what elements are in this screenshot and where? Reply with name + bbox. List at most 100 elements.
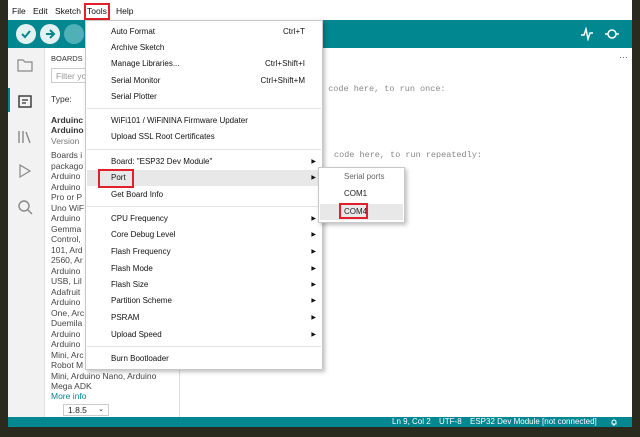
type-label: Type: — [51, 94, 72, 104]
board-description-line: Robot M — [51, 360, 84, 370]
tools-menu-item[interactable]: Flash Mode ▶ — [87, 261, 321, 277]
board-description-line: Adafruit — [51, 286, 81, 297]
board-description-line: packago — [51, 160, 84, 171]
filter-input[interactable]: Filter yo — [56, 71, 86, 81]
tools-menu-item-label: Serial Plotter — [111, 92, 157, 101]
tools-menu-item[interactable]: Partition Scheme ▶ — [87, 293, 321, 309]
board-subtitle: Arduino — [51, 125, 84, 135]
chevron-down-icon: ⌄ — [98, 406, 104, 413]
tools-menu-item-label: Core Debug Level — [111, 230, 176, 239]
submenu-arrow-icon: ▶ — [311, 175, 316, 181]
version-label: Version — [51, 136, 80, 146]
debug-icon[interactable] — [16, 162, 34, 180]
tools-menu-item-shortcut: Ctrl+T — [283, 27, 305, 36]
menu-edit[interactable]: Edit — [33, 4, 48, 19]
board-description-line: Boards i — [51, 150, 83, 160]
tools-menu-item-label: Burn Bootloader — [111, 354, 169, 363]
folder-icon[interactable] — [16, 56, 34, 74]
version-select[interactable]: 1.8.5 ⌄ — [63, 404, 109, 416]
tools-menu-item-label: Upload SSL Root Certificates — [111, 132, 215, 141]
serial-plotter-icon[interactable] — [580, 27, 594, 41]
board-description-line: Mega ADK — [51, 381, 92, 391]
tools-menu-item[interactable]: Serial Plotter — [87, 89, 321, 105]
tools-menu-item[interactable]: PSRAM ▶ — [87, 310, 321, 326]
board-description-line: 101, Ard — [51, 244, 83, 255]
tools-menu-item[interactable]: Get Board Info — [87, 187, 321, 203]
submenu-arrow-icon: ▶ — [311, 315, 316, 321]
status-bar: Ln 9, Col 2 UTF-8 ESP32 Dev Module [not … — [8, 417, 632, 427]
board-description-line: USB, Lil — [51, 276, 82, 286]
tools-menu-item[interactable]: CPU Frequency ▶ — [87, 211, 321, 227]
tools-menu-item[interactable]: Archive Sketch — [87, 40, 321, 56]
tools-menu: Auto Format Ctrl+T Archive Sketch Manage Li… — [85, 20, 323, 370]
tools-menu-item-shortcut: Ctrl+Shift+I — [264, 59, 305, 68]
board-description-line: Arduino — [51, 339, 81, 349]
tools-menu-item-label: Get Board Info — [111, 190, 164, 199]
tools-menu-item-label: Upload Speed — [111, 330, 162, 339]
port-item-highlight — [98, 169, 134, 188]
verify-button[interactable] — [16, 24, 36, 44]
board-description-line: Control, — [51, 234, 81, 244]
tools-menu-item[interactable]: WiFi101 / WiFiNINA Firmware Updater — [87, 113, 321, 129]
tools-menu-item[interactable]: Auto Format Ctrl+T — [87, 24, 321, 40]
tools-menu-item-label: WiFi101 / WiFiNINA Firmware Updater — [111, 116, 248, 125]
boards-manager-icon[interactable] — [16, 92, 34, 110]
upload-button[interactable] — [40, 24, 60, 44]
port-com1[interactable]: COM1 — [344, 189, 367, 198]
menu-help[interactable]: Help — [116, 4, 133, 19]
board-description-line: Duemila — [51, 318, 83, 328]
menu-file[interactable]: File — [12, 4, 26, 19]
menu-tools[interactable]: Tools — [84, 3, 110, 20]
menu-separator — [87, 346, 321, 347]
menu-bar: File Edit Sketch Tools Help — [8, 3, 632, 20]
tools-menu-item[interactable]: Serial Monitor Ctrl+Shift+M — [87, 73, 321, 89]
board-description-line: Uno WiF — [51, 202, 85, 213]
code-line-loop: code here, to run repeatedly: — [334, 150, 482, 160]
version-select-value: 1.8.5 — [68, 405, 87, 415]
submenu-arrow-icon: ▶ — [311, 216, 316, 222]
tools-menu-item[interactable]: Burn Bootloader — [87, 351, 321, 367]
submenu-arrow-icon: ▶ — [311, 159, 316, 165]
menu-sketch[interactable]: Sketch — [55, 4, 81, 19]
debug-button[interactable] — [64, 24, 84, 44]
tools-menu-item-label: Flash Frequency — [111, 247, 171, 256]
tools-menu-item[interactable]: Flash Frequency ▶ — [87, 244, 321, 260]
tools-menu-item-label: Partition Scheme — [111, 296, 172, 305]
board-description-line: Arduino — [51, 213, 81, 223]
port-com4[interactable]: COM4 — [344, 207, 367, 216]
code-line-setup: p code here, to run once: — [318, 84, 446, 94]
tools-menu-item-label: Archive Sketch — [111, 43, 165, 52]
board-description-line: Arduino — [51, 328, 81, 339]
tools-menu-item-label: Flash Mode — [111, 264, 153, 273]
tools-menu-item[interactable]: Board: "ESP32 Dev Module" ▶ — [87, 154, 321, 170]
tools-menu-item[interactable]: Upload Speed ▶ — [87, 327, 321, 343]
more-info-link[interactable]: More info — [51, 391, 86, 401]
board-description-line: 2560, Ar — [51, 255, 83, 265]
bell-icon[interactable] — [610, 418, 618, 426]
tools-menu-item-label: CPU Frequency — [111, 214, 168, 223]
tools-menu-item[interactable]: Upload SSL Root Certificates — [87, 129, 321, 145]
search-icon[interactable] — [16, 198, 34, 216]
tools-menu-item-label: Board: "ESP32 Dev Module" — [111, 157, 213, 166]
tools-menu-item-label: Flash Size — [111, 280, 149, 289]
submenu-arrow-icon: ▶ — [311, 298, 316, 304]
menu-separator — [87, 149, 321, 150]
tools-menu-item-label: Serial Monitor — [111, 76, 161, 85]
tools-menu-item[interactable]: Flash Size ▶ — [87, 277, 321, 293]
tools-menu-item-label: PSRAM — [111, 313, 140, 322]
board-description-line: Pro or P — [51, 192, 83, 202]
serial-monitor-icon[interactable] — [604, 27, 620, 41]
board-description-line: Arduino — [51, 171, 81, 181]
board-description-line: Mini, Arduino Nano, Arduino — [51, 370, 157, 381]
tools-menu-item[interactable]: Manage Libraries... Ctrl+Shift+I — [87, 56, 321, 72]
tools-menu-item-shortcut: Ctrl+Shift+M — [260, 76, 305, 85]
tools-menu-item-label: Manage Libraries... — [111, 59, 180, 68]
tools-menu-item[interactable]: Core Debug Level ▶ — [87, 227, 321, 243]
library-icon[interactable] — [16, 128, 34, 146]
more-options-icon[interactable]: ··· — [619, 52, 628, 62]
board-description-line: Arduino — [51, 297, 81, 307]
board-description-line: Arduino — [51, 265, 81, 276]
submenu-arrow-icon: ▶ — [311, 266, 316, 272]
menu-separator — [87, 108, 321, 109]
arrow-right-icon — [46, 29, 56, 39]
